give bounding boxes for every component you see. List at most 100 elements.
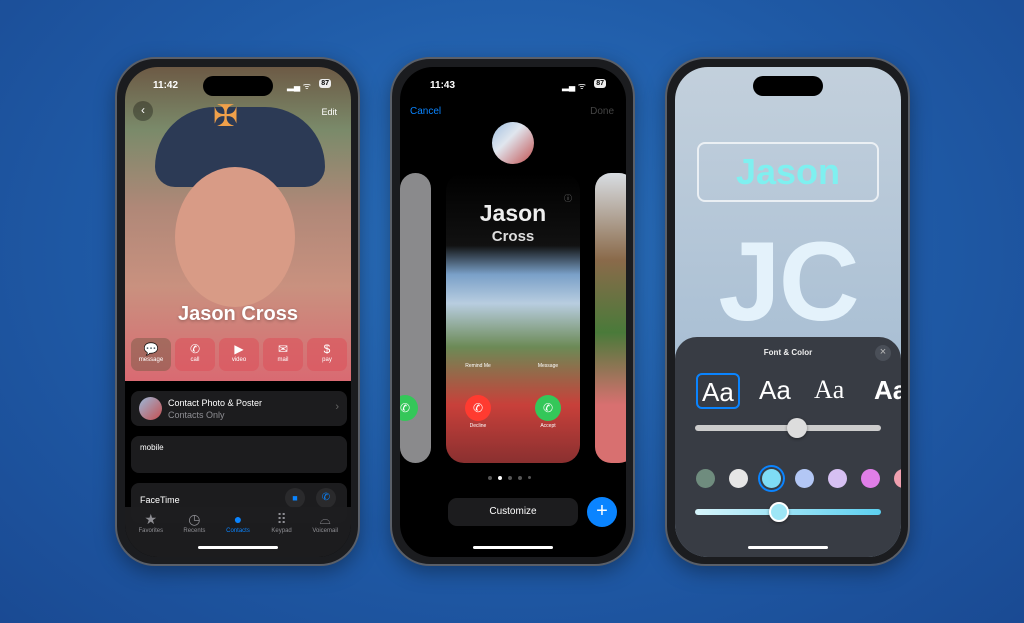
dynamic-island — [478, 76, 548, 96]
font-option-bold[interactable]: Aa — [870, 373, 901, 409]
contact-name: Jason Cross — [177, 303, 299, 325]
plus-icon: + — [596, 500, 608, 522]
tab-keypad[interactable]: ⠿ Keypad — [260, 511, 304, 557]
battery-icon: 87 — [319, 79, 331, 88]
chevron-right-icon: › — [335, 401, 339, 413]
page-indicator — [488, 476, 531, 480]
page-dot-active — [498, 476, 502, 480]
tab-voicemail[interactable]: ⌓ Voicemail — [303, 511, 347, 557]
tab-bar: ★ Favorites ◷ Recents ● Contacts ⠿ Keypad ⌓ V… — [125, 507, 351, 557]
battery-icon: 87 — [594, 79, 606, 88]
signal-wifi-icon: ▂▄ ᯤ — [286, 81, 311, 91]
tab-label: Favorites — [138, 528, 164, 534]
phone-contact-card: ✠ 11:42 ▂▄ ᯤ 87 ‹ Edit Jason Cross 💬 mess… — [115, 57, 360, 566]
poster-last-name: Cross — [491, 228, 535, 245]
back-button[interactable]: ‹ — [133, 101, 153, 121]
message-button[interactable]: 💬 message — [131, 338, 171, 371]
row-title: Contact Photo & Poster — [168, 398, 263, 408]
color-swatch[interactable] — [828, 469, 847, 488]
edit-button[interactable]: Edit — [321, 107, 337, 117]
face — [175, 167, 295, 307]
signal-wifi-icon: ▂▄ ᯤ — [561, 81, 586, 91]
decline-label: Decline — [469, 423, 487, 429]
color-swatch[interactable] — [729, 469, 748, 488]
poster-card-left[interactable]: ✆ — [400, 173, 431, 463]
dollar-icon: $ — [323, 342, 331, 356]
contact-poster-photo: ✠ — [125, 67, 351, 381]
voicemail-icon: ⌓ — [319, 511, 331, 527]
chevron-left-icon: ‹ — [141, 103, 145, 117]
done-button[interactable]: Done — [590, 106, 614, 117]
cap-logo: ✠ — [213, 100, 239, 133]
color-shade-slider-thumb[interactable] — [768, 502, 789, 522]
person-circle-icon: ● — [233, 511, 243, 527]
accept-icon: ✆ — [400, 395, 418, 421]
font-option-rounded[interactable]: Aa — [696, 373, 740, 409]
poster-card-current[interactable]: ⓘ Jason Cross Remind Me Message ✆ ✆ Decl… — [446, 173, 580, 463]
call-button[interactable]: ✆ call — [175, 338, 215, 371]
font-option-serif[interactable]: Aa — [810, 373, 848, 409]
dynamic-island — [753, 76, 823, 96]
mail-button[interactable]: ✉ mail — [263, 338, 303, 371]
color-swatch[interactable] — [762, 469, 781, 488]
accept-button: ✆ — [535, 395, 561, 421]
cancel-button[interactable]: Cancel — [410, 106, 441, 117]
add-poster-button[interactable]: + — [587, 497, 617, 527]
phone-icon: ✆ — [189, 342, 201, 356]
tab-label: Recents — [183, 528, 206, 534]
decline-icon: ✆ — [472, 401, 484, 415]
dynamic-island — [203, 76, 273, 96]
close-icon: × — [879, 346, 887, 358]
facetime-label: FaceTime — [140, 495, 180, 505]
phone-icon: ✆ — [321, 492, 331, 503]
color-swatch[interactable] — [795, 469, 814, 488]
font-color-panel: Font & Color × Aa Aa Aa Aa — [675, 337, 901, 557]
font-weight-slider-thumb[interactable] — [787, 418, 808, 438]
font-option-sans[interactable]: Aa — [755, 373, 795, 409]
poster-thumbnail — [139, 397, 162, 420]
close-button[interactable]: × — [875, 345, 891, 361]
tab-label: Contacts — [226, 528, 250, 534]
decline-button: ✆ — [465, 395, 491, 421]
contact-photo-avatar[interactable] — [492, 122, 534, 164]
font-color-screen: Jason JC Font & Color × Aa Aa Aa Aa — [675, 67, 901, 557]
pay-button[interactable]: $ pay — [307, 338, 347, 371]
customize-button[interactable]: Customize — [448, 498, 578, 526]
tab-recents[interactable]: ◷ Recents — [173, 511, 217, 557]
color-swatch[interactable] — [861, 469, 880, 488]
message-icon: 💬 — [143, 342, 159, 356]
poster-card-right[interactable] — [595, 173, 626, 463]
row-subtitle: Contacts Only — [168, 410, 225, 420]
accept-label: Accept — [540, 423, 556, 429]
color-swatch[interactable] — [894, 469, 901, 488]
panel-title: Font & Color — [763, 348, 813, 357]
status-time: 11:42 — [153, 80, 179, 91]
name-preview[interactable]: Jason — [697, 142, 879, 202]
contact-photo-poster-row[interactable]: Contact Photo & Poster Contacts Only › — [131, 391, 347, 426]
color-swatch[interactable] — [696, 469, 715, 488]
tab-label: Keypad — [271, 528, 292, 534]
action-label: call — [190, 357, 200, 363]
tab-label: Voicemail — [312, 528, 339, 534]
page-dot — [508, 476, 512, 480]
poster-first-name: Jason — [479, 200, 547, 226]
contact-screen: ✠ 11:42 ▂▄ ᯤ 87 ‹ Edit Jason Cross 💬 mess… — [125, 67, 351, 557]
status-time: 11:43 — [430, 80, 456, 91]
facetime-video-button[interactable]: ■ — [285, 488, 305, 508]
facetime-audio-button[interactable]: ✆ — [316, 488, 336, 508]
customize-label: Customize — [489, 506, 537, 517]
page-dot — [528, 476, 531, 479]
accept-icon: ✆ — [542, 401, 554, 415]
monogram: JC — [718, 219, 859, 344]
video-button[interactable]: ▶ video — [219, 338, 259, 371]
tab-favorites[interactable]: ★ Favorites — [129, 511, 173, 557]
page-dot — [488, 476, 492, 480]
action-label: mail — [277, 357, 289, 363]
action-label: video — [231, 357, 247, 363]
action-buttons: 💬 message ✆ call ▶ video ✉ mail $ pay — [131, 338, 347, 371]
tab-contacts[interactable]: ● Contacts — [216, 511, 260, 557]
mobile-row[interactable]: mobile — [131, 436, 347, 473]
clock-icon: ◷ — [188, 511, 201, 527]
phone-poster-picker: 11:43 ▂▄ ᯤ 87 Cancel Done ✆ ⓘ Jason Cros… — [390, 57, 635, 566]
action-label: message — [138, 357, 164, 363]
